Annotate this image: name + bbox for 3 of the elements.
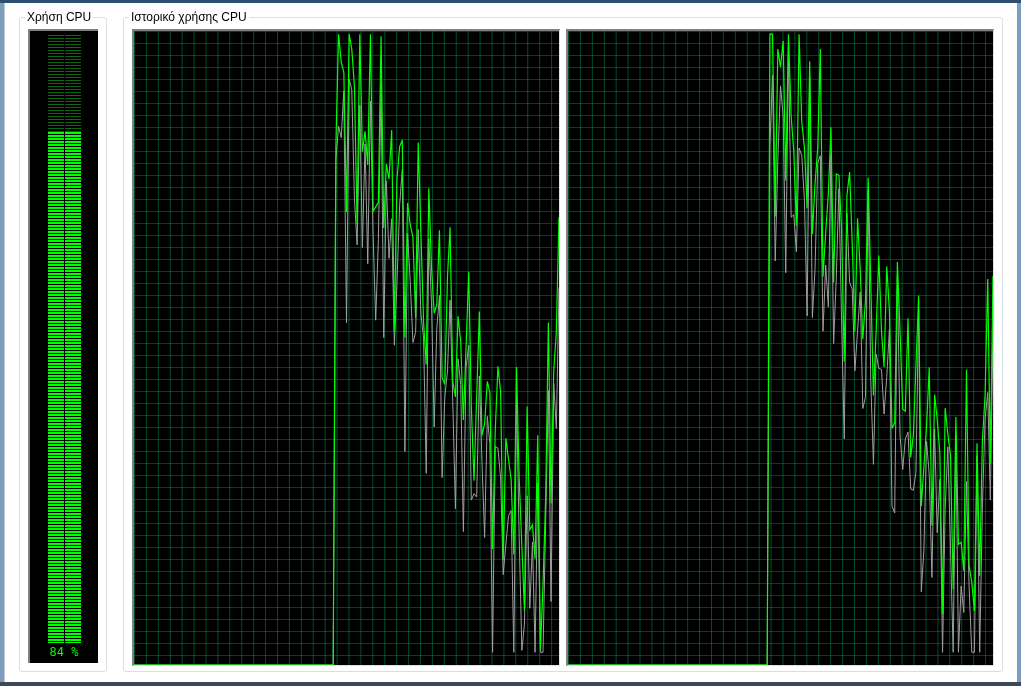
cpu-percent: 84 % (49, 644, 79, 661)
group-title: Ιστορικό χρήσης CPU (129, 10, 249, 24)
group-title: Χρήση CPU (25, 10, 94, 24)
